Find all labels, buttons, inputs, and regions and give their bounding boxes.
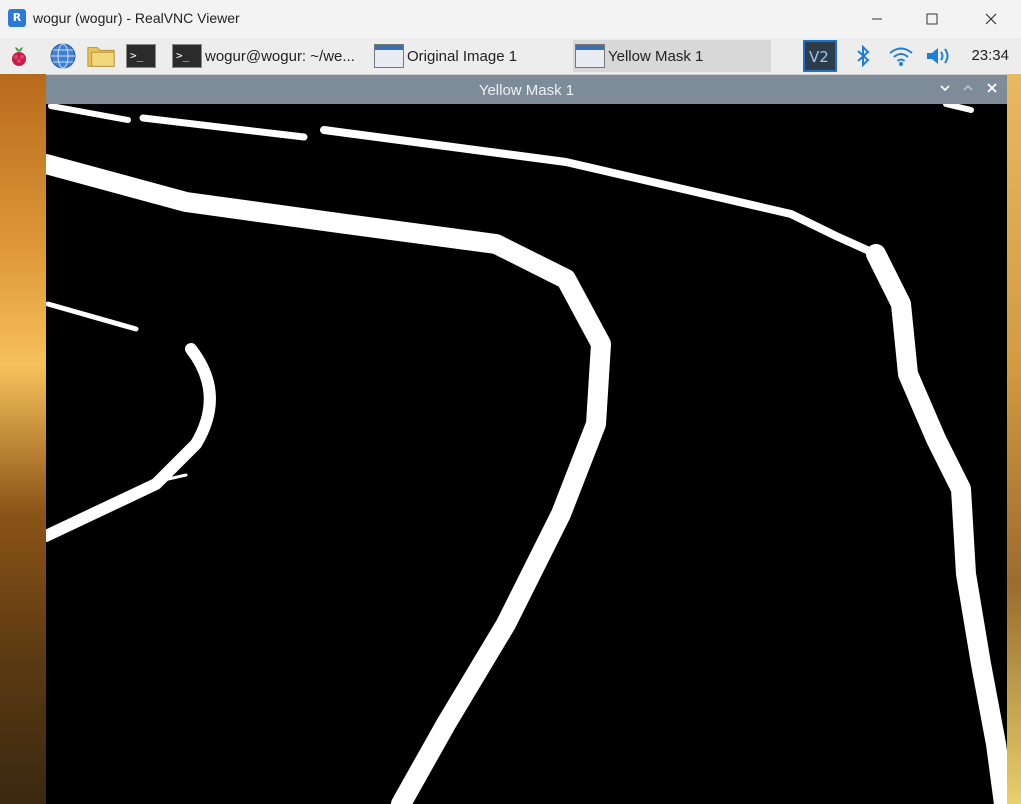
vnc-server-button[interactable]: V2: [803, 40, 837, 72]
bluetooth-button[interactable]: [848, 42, 878, 70]
window-icon: [374, 44, 404, 68]
web-browser-button[interactable]: [48, 42, 78, 70]
web-browser-icon: [50, 43, 76, 69]
maximize-button[interactable]: [903, 0, 961, 38]
file-manager-button[interactable]: [86, 42, 116, 70]
close-button[interactable]: [962, 0, 1020, 38]
chevron-up-icon: [963, 84, 973, 91]
yellow-mask-image: [46, 104, 1007, 804]
mask-window-title: Yellow Mask 1: [478, 82, 575, 99]
bluetooth-icon: [857, 44, 870, 68]
task-original-image[interactable]: Original Image 1: [372, 40, 568, 72]
close-icon: [985, 13, 997, 25]
desktop-wallpaper-left: [0, 74, 46, 804]
taskbar: >_ >_ wogur@wogur: ~/we... Original Imag…: [0, 38, 1021, 75]
vnc-window-title: wogur (wogur) - RealVNC Viewer: [33, 10, 240, 26]
raspberry-pi-menu-button[interactable]: [4, 42, 34, 70]
task-label: wogur@wogur: ~/we...: [205, 47, 355, 65]
terminal-icon: >_: [126, 44, 156, 68]
svg-text:V2: V2: [809, 48, 829, 66]
volume-button[interactable]: [924, 42, 954, 70]
mask-close-button[interactable]: [982, 79, 1002, 99]
mask-lane-lines: [46, 104, 1007, 804]
vnc-title-bar: R wogur (wogur) - RealVNC Viewer: [0, 0, 1021, 39]
raspberry-pi-menu-icon: [12, 47, 26, 66]
mask-maximize-button[interactable]: [958, 79, 978, 99]
file-manager-icon: [87, 47, 115, 67]
task-label: Original Image 1: [407, 47, 518, 65]
realvnc-logo-icon: R: [8, 9, 26, 27]
window-icon: [575, 44, 605, 68]
close-icon: [987, 83, 997, 93]
mask-minimize-button[interactable]: [935, 79, 955, 99]
clock: 23:34: [971, 47, 1009, 64]
wifi-button[interactable]: [886, 42, 916, 70]
terminal-launcher-button[interactable]: >_: [126, 42, 156, 70]
volume-icon: [927, 48, 949, 64]
vnc-server-icon: V2: [803, 40, 837, 72]
chevron-down-icon: [940, 85, 950, 92]
desktop-wallpaper-right: [1007, 74, 1021, 804]
mask-window-title-bar[interactable]: Yellow Mask 1: [46, 75, 1007, 104]
minimize-button[interactable]: [848, 0, 906, 38]
maximize-icon: [926, 13, 938, 25]
task-label: Yellow Mask 1: [608, 47, 704, 65]
task-yellow-mask[interactable]: Yellow Mask 1: [573, 40, 771, 72]
minimize-icon: [872, 18, 882, 20]
task-terminal[interactable]: >_ wogur@wogur: ~/we...: [170, 40, 365, 72]
terminal-icon: >_: [172, 44, 202, 68]
wifi-icon: [889, 47, 913, 66]
